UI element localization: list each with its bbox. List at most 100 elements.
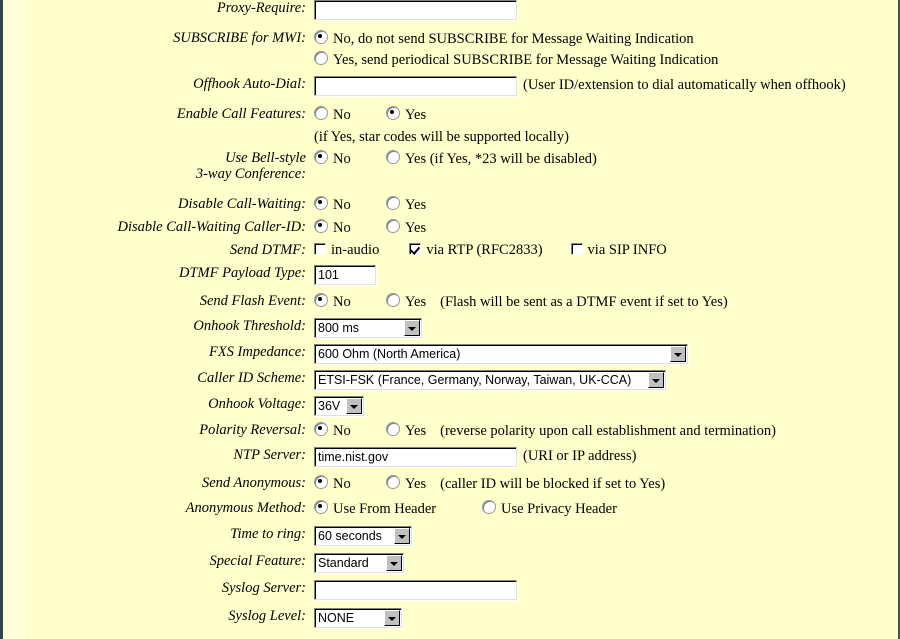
checkbox-option-send-dtmf-0[interactable]: in-audio — [314, 242, 379, 258]
checkbox-send-dtmf-1[interactable] — [409, 243, 422, 255]
form-row-proxy-require: Proxy-Require: — [3, 0, 899, 30]
label-subscribe-for-mwi: SUBSCRIBE for MWI: — [173, 30, 306, 46]
radio-label-send-flash-event-0: No — [333, 294, 351, 310]
radio-label-send-anonymous-1: Yes — [405, 476, 427, 492]
label-syslog-server: Syslog Server: — [221, 580, 306, 596]
control-use-bell-style-3way-conference: No Yes (if Yes, *23 will be disabled) — [310, 150, 899, 167]
radio-button-anonymous-method-1[interactable] — [482, 500, 496, 514]
radio-option-polarity-reversal-1[interactable]: Yes — [386, 422, 426, 439]
radio-button-enable-call-features-1[interactable] — [386, 106, 400, 120]
radio-button-subscribe-for-mwi-0[interactable] — [314, 30, 328, 44]
radio-button-use-bell-style-3way-conference-0[interactable] — [314, 150, 328, 164]
radio-button-polarity-reversal-1[interactable] — [386, 422, 400, 436]
label-anonymous-method: Anonymous Method: — [185, 500, 306, 516]
form-row-polarity-reversal: Polarity Reversal: No Yes (reverse polarity… — [3, 422, 899, 447]
radio-option-disable-call-waiting-1[interactable]: Yes — [386, 196, 426, 213]
radio-option-enable-call-features-0[interactable]: No — [314, 106, 386, 123]
radio-option-disable-call-waiting-caller-id-0[interactable]: No — [314, 219, 386, 236]
radio-group-disable-call-waiting: No Yes — [314, 196, 899, 213]
radio-button-use-bell-style-3way-conference-1[interactable] — [386, 150, 400, 164]
hint-polarity-reversal: (reverse polarity upon call establishmen… — [440, 423, 776, 439]
radio-option-polarity-reversal-0[interactable]: No — [314, 422, 386, 439]
radio-button-polarity-reversal-0[interactable] — [314, 422, 328, 436]
input-syslog-server[interactable] — [314, 580, 517, 600]
radio-option-subscribe-for-mwi-1[interactable]: Yes, send periodical SUBSCRIBE for Messa… — [314, 51, 899, 68]
radio-button-subscribe-for-mwi-1[interactable] — [314, 51, 328, 65]
label-special-feature: Special Feature: — [209, 553, 307, 569]
radio-button-disable-call-waiting-0[interactable] — [314, 196, 328, 210]
control-syslog-level: NONE — [310, 608, 899, 628]
radio-option-use-bell-style-3way-conference-1[interactable]: Yes (if Yes, *23 will be disabled) — [386, 150, 597, 167]
label-ntp-server: NTP Server: — [233, 447, 306, 463]
checkbox-option-send-dtmf-2[interactable]: via SIP INFO — [570, 242, 667, 258]
radio-button-enable-call-features-0[interactable] — [314, 106, 328, 120]
radio-button-disable-call-waiting-1[interactable] — [386, 196, 400, 210]
radio-button-disable-call-waiting-caller-id-0[interactable] — [314, 219, 328, 233]
select-caller-id-scheme[interactable]: ETSI-FSK (France, Germany, Norway, Taiwa… — [314, 370, 666, 390]
form-row-syslog-level: Syslog Level: NONE — [3, 608, 899, 634]
radio-option-use-bell-style-3way-conference-0[interactable]: No — [314, 150, 386, 167]
chevron-down-icon[interactable] — [386, 555, 402, 571]
form-row-disable-call-waiting-caller-id: Disable Call-Waiting Caller-ID: No Yes — [3, 219, 899, 242]
radio-button-disable-call-waiting-caller-id-1[interactable] — [386, 219, 400, 233]
radio-button-anonymous-method-0[interactable] — [314, 500, 328, 514]
select-special-feature[interactable]: Standard — [314, 553, 404, 573]
control-enable-call-features: No Yes (if Yes, star codes will be support… — [310, 106, 899, 145]
radio-group-disable-call-waiting-caller-id: No Yes — [314, 219, 899, 236]
radio-option-subscribe-for-mwi-0[interactable]: No, do not send SUBSCRIBE for Message Wa… — [314, 30, 899, 47]
radio-button-send-flash-event-1[interactable] — [386, 293, 400, 307]
select-syslog-level[interactable]: NONE — [314, 608, 402, 628]
select-onhook-threshold[interactable]: 800 ms — [314, 318, 422, 338]
select-value-syslog-level: NONE — [318, 611, 355, 625]
radio-option-disable-call-waiting-0[interactable]: No — [314, 196, 386, 213]
select-time-to-ring[interactable]: 60 seconds — [314, 526, 412, 546]
radio-option-anonymous-method-0[interactable]: Use From Header — [314, 500, 482, 517]
control-special-feature: Standard — [310, 553, 899, 573]
label-caller-id-scheme: Caller ID Scheme: — [197, 370, 306, 386]
form-row-onhook-threshold: Onhook Threshold: 800 ms — [3, 318, 899, 344]
label-disable-call-waiting-caller-id: Disable Call-Waiting Caller-ID: — [117, 219, 306, 235]
control-offhook-auto-dial: (User ID/extension to dial automatically… — [310, 76, 899, 96]
chevron-down-icon[interactable] — [394, 528, 410, 544]
form-row-subscribe-for-mwi: SUBSCRIBE for MWI: No, do not send SUBSCR… — [3, 30, 899, 76]
select-onhook-voltage[interactable]: 36V — [314, 396, 364, 416]
radio-option-send-anonymous-0[interactable]: No — [314, 475, 386, 492]
radio-option-send-anonymous-1[interactable]: Yes — [386, 475, 426, 492]
checkbox-send-dtmf-0[interactable] — [314, 243, 326, 255]
chevron-down-icon[interactable] — [670, 346, 686, 362]
checkbox-option-send-dtmf-1[interactable]: via RTP (RFC2833) — [409, 242, 543, 258]
form-row-dtmf-payload-type: DTMF Payload Type: 101 — [3, 265, 899, 293]
radio-group-send-anonymous: No Yes (caller ID will be blocked if set t… — [314, 475, 899, 492]
input-proxy-require[interactable] — [314, 0, 517, 20]
checkbox-label-send-dtmf-1: via RTP (RFC2833) — [426, 242, 543, 258]
chevron-down-icon[interactable] — [384, 610, 400, 626]
radio-option-send-flash-event-0[interactable]: No — [314, 293, 386, 310]
input-dtmf-payload-type[interactable]: 101 — [314, 265, 376, 285]
control-polarity-reversal: No Yes (reverse polarity upon call establi… — [310, 422, 899, 439]
chevron-down-icon[interactable] — [404, 320, 420, 336]
chevron-down-icon[interactable] — [648, 372, 664, 388]
input-offhook-auto-dial[interactable] — [314, 76, 517, 96]
select-fxs-impedance[interactable]: 600 Ohm (North America) — [314, 344, 688, 364]
checkbox-send-dtmf-2[interactable] — [570, 243, 583, 255]
label-send-flash-event: Send Flash Event: — [199, 293, 306, 309]
form-row-send-anonymous: Send Anonymous: No Yes (caller ID will be b… — [3, 475, 899, 500]
radio-label-subscribe-for-mwi-1: Yes, send periodical SUBSCRIBE for Messa… — [333, 52, 719, 68]
radio-button-send-anonymous-1[interactable] — [386, 475, 400, 489]
control-ntp-server: time.nist.gov (URI or IP address) — [310, 447, 899, 467]
control-dtmf-payload-type: 101 — [310, 265, 899, 285]
form-row-anonymous-method: Anonymous Method: Use From Header Use Priv… — [3, 500, 899, 526]
radio-option-enable-call-features-1[interactable]: Yes — [386, 106, 426, 123]
radio-option-anonymous-method-1[interactable]: Use Privacy Header — [482, 500, 617, 517]
radio-button-send-anonymous-0[interactable] — [314, 475, 328, 489]
form-row-enable-call-features: Enable Call Features: No Yes (if Yes, star … — [3, 106, 899, 150]
input-ntp-server[interactable]: time.nist.gov — [314, 447, 517, 467]
label-send-dtmf: Send DTMF: — [229, 242, 306, 258]
control-fxs-impedance: 600 Ohm (North America) — [310, 344, 899, 364]
form-row-fxs-impedance: FXS Impedance: 600 Ohm (North America) — [3, 344, 899, 370]
chevron-down-icon[interactable] — [346, 398, 362, 414]
label-use-bell-style-3way-conference: Use Bell-style 3-way Conference: — [195, 150, 306, 182]
radio-option-disable-call-waiting-caller-id-1[interactable]: Yes — [386, 219, 426, 236]
radio-option-send-flash-event-1[interactable]: Yes — [386, 293, 426, 310]
radio-button-send-flash-event-0[interactable] — [314, 293, 328, 307]
